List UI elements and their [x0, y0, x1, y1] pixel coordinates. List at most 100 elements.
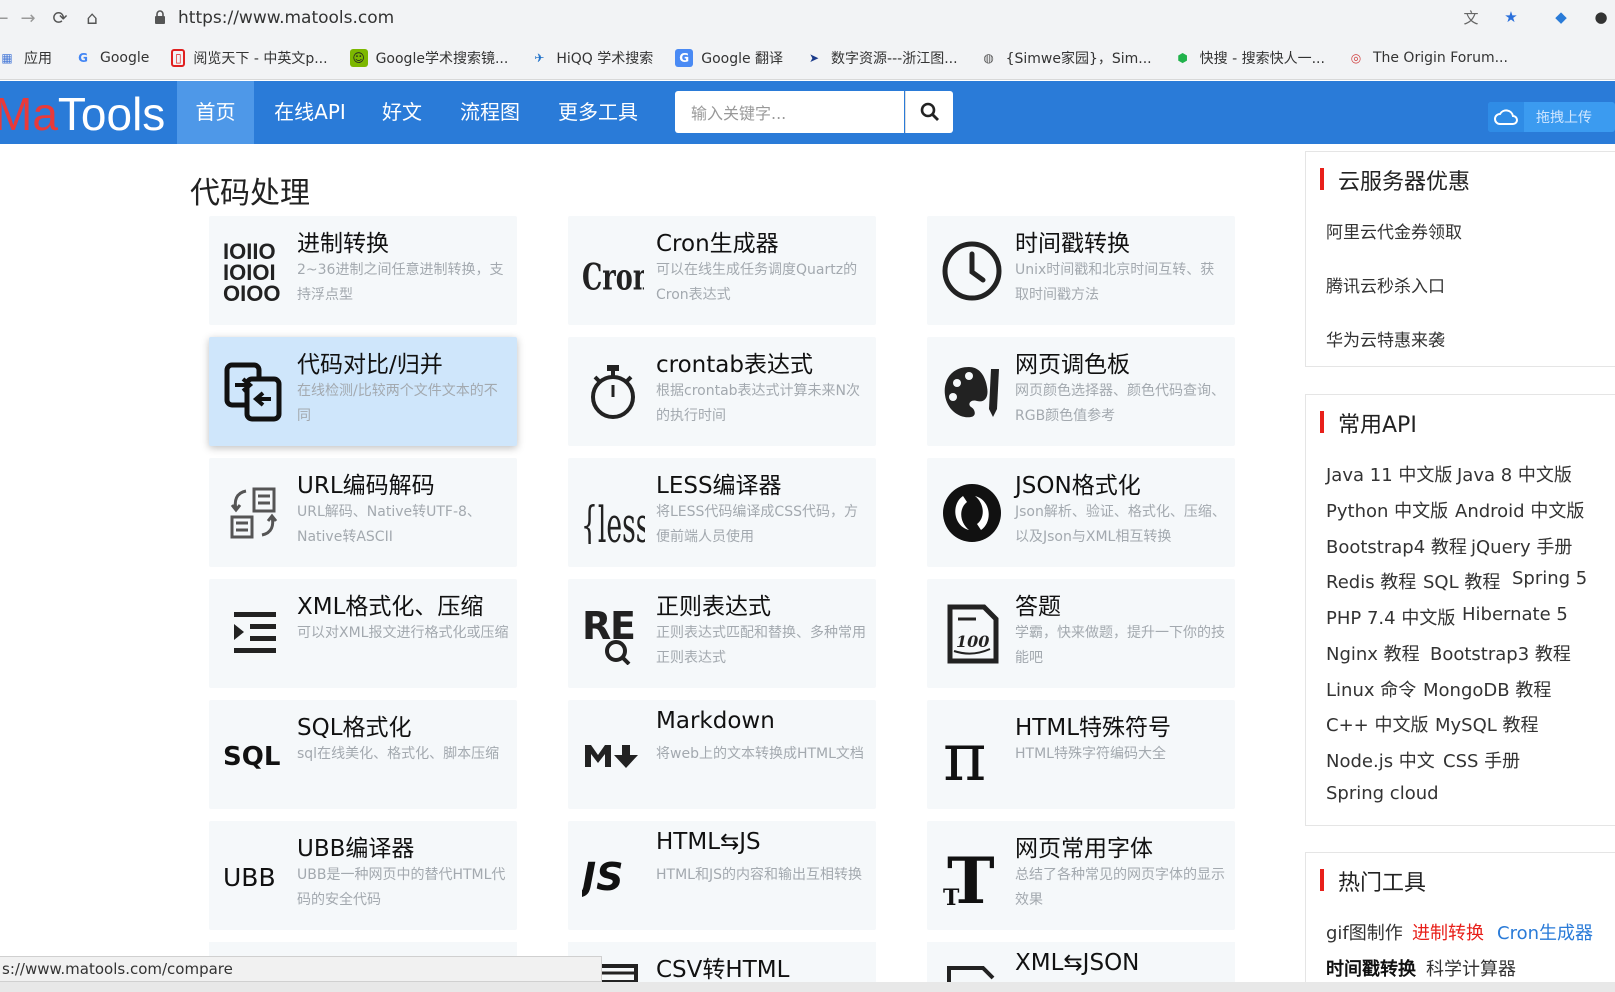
- bookmark-kuaisou[interactable]: ⬢ 快搜 - 搜索快人一...: [1174, 48, 1325, 68]
- tool-card-markdown[interactable]: Markdown 将web上的文本转换成HTML文档: [568, 700, 876, 809]
- api-link[interactable]: Bootstrap4 教程: [1326, 533, 1467, 559]
- api-link[interactable]: Linux 命令: [1326, 676, 1416, 702]
- api-link[interactable]: Redis 教程: [1326, 568, 1416, 594]
- api-link[interactable]: Java 11 中文版: [1326, 461, 1452, 487]
- table-icon: [598, 964, 638, 982]
- svg-text:JS: JS: [582, 855, 624, 898]
- translate-page-icon[interactable]: 文: [1460, 6, 1482, 28]
- nav-flowchart[interactable]: 流程图: [450, 81, 530, 144]
- api-link[interactable]: C++ 中文版: [1326, 711, 1428, 737]
- sidebar-cloud-link[interactable]: 腾讯云秒杀入口: [1326, 272, 1445, 297]
- hot-tool-link[interactable]: 时间戳转换: [1326, 955, 1416, 981]
- tool-card-timestamp[interactable]: 时间戳转换 Unix时间戳和北京时间互转、获取时间戳方法: [927, 216, 1235, 325]
- tool-card-cron[interactable]: Cron Cron生成器 可以在线生成任务调度Quartz的Cron表达式: [568, 216, 876, 325]
- profile-icon[interactable]: ●: [1590, 6, 1612, 28]
- tool-card-json[interactable]: JSON格式化 Json解析、验证、格式化、压缩、以及Json与XML相互转换: [927, 458, 1235, 567]
- document-icon: [947, 966, 995, 982]
- api-link[interactable]: Spring cloud: [1326, 783, 1439, 804]
- extension-icon[interactable]: ◆: [1550, 6, 1572, 28]
- api-link[interactable]: Hibernate 5: [1462, 604, 1568, 625]
- api-link[interactable]: MySQL 教程: [1435, 711, 1539, 737]
- bookmark-translate[interactable]: G Google 翻译: [675, 48, 783, 68]
- hot-tool-link[interactable]: 进制转换: [1412, 919, 1484, 945]
- lock-icon: [155, 10, 165, 24]
- home-icon[interactable]: ⌂: [76, 2, 108, 34]
- api-link[interactable]: Java 8 中文版: [1457, 461, 1572, 487]
- api-link[interactable]: CSS 手册: [1443, 747, 1520, 773]
- svg-text:{less}: {less}: [581, 497, 645, 544]
- tool-card-xmljson[interactable]: XML⇆JSON: [927, 942, 1235, 982]
- api-link[interactable]: Nginx 教程: [1326, 640, 1420, 666]
- api-link[interactable]: Python 中文版: [1326, 497, 1448, 523]
- hot-tool-link[interactable]: Cron生成器: [1497, 919, 1593, 945]
- sidebar-hot-title: 热门工具: [1320, 865, 1426, 897]
- svg-text:OIOO: OIOO: [223, 281, 280, 303]
- tool-card-htmljs[interactable]: JS HTML⇆JS HTML和JS的内容和输出互相转换: [568, 821, 876, 930]
- nav-articles[interactable]: 好文: [372, 81, 432, 144]
- tool-card-sql[interactable]: SQL SQL格式化 sql在线美化、格式化、脚本压缩: [209, 700, 517, 809]
- search-button[interactable]: [905, 91, 953, 133]
- bookmark-star-icon[interactable]: ★: [1500, 6, 1522, 28]
- site-logo[interactable]: MaTools: [0, 87, 165, 141]
- api-link[interactable]: PHP 7.4 中文版: [1326, 604, 1455, 630]
- tool-card-less[interactable]: {less} LESS编译器 将LESS代码编译成CSS代码，方便前端人员使用: [568, 458, 876, 567]
- search-input[interactable]: 输入关键字...: [675, 91, 904, 133]
- bookmark-scholar[interactable]: ☺ Google学术搜索镜...: [349, 48, 508, 68]
- url-bar[interactable]: https://www.matools.com: [140, 3, 1540, 32]
- api-link[interactable]: jQuery 手册: [1471, 533, 1572, 559]
- card-desc: 网页颜色选择器、颜色代码查询、RGB颜色值参考: [1015, 383, 1225, 424]
- svg-text:T: T: [943, 885, 960, 907]
- card-desc: 2~36进制之间任意进制转换，支持浮点型: [297, 262, 504, 303]
- card-title: LESS编译器: [656, 473, 782, 499]
- sidebar-cloud-link[interactable]: 阿里云代金券领取: [1326, 218, 1462, 243]
- tool-card-regex[interactable]: RE 正则表达式 正则表达式匹配和替换、多种常用正则表达式: [568, 579, 876, 688]
- bookmark-library[interactable]: ➤ 数字资源---浙江图...: [805, 48, 958, 68]
- tool-card-radix[interactable]: IOIIO IOIOI OIOO 进制转换 2~36进制之间任意进制转换，支持浮点型: [209, 216, 517, 325]
- tool-card-palette[interactable]: 网页调色板 网页颜色选择器、颜色代码查询、RGB颜色值参考: [927, 337, 1235, 446]
- nav-home[interactable]: 首页: [177, 81, 254, 144]
- back-arrow-icon[interactable]: ←: [0, 2, 9, 34]
- taskbar-strip: [0, 982, 1615, 992]
- api-link[interactable]: SQL 教程: [1423, 568, 1500, 594]
- markdown-icon: [580, 720, 646, 790]
- sidebar-cloud-link[interactable]: 华为云特惠来袭: [1326, 326, 1445, 351]
- tool-card-compare[interactable]: 代码对比/归并 在线检测/比较两个文件文本的不同: [209, 337, 517, 446]
- card-desc: HTML特殊字符编码大全: [1015, 746, 1166, 762]
- forward-arrow-icon[interactable]: →: [12, 2, 44, 34]
- hot-tool-link[interactable]: gif图制作: [1326, 919, 1403, 945]
- apps-grid-icon: ▦: [1, 51, 13, 65]
- api-link[interactable]: Node.js 中文: [1326, 747, 1435, 773]
- api-link[interactable]: Spring 5: [1512, 568, 1587, 589]
- url-text: https://www.matools.com: [178, 7, 395, 28]
- hot-tool-link[interactable]: 科学计算器: [1426, 955, 1516, 981]
- tool-card-partial-left[interactable]: [209, 942, 517, 956]
- upload-button[interactable]: 拖拽上传: [1488, 102, 1615, 132]
- section-title: 代码处理: [190, 176, 310, 211]
- bookmark-apps[interactable]: ▦ 应用: [0, 48, 52, 68]
- sql-icon: SQL: [221, 720, 287, 790]
- tool-card-quiz[interactable]: 100 答题 学霸，快来做题，提升一下你的技能吧: [927, 579, 1235, 688]
- bookmark-origin[interactable]: ◎ The Origin Forum...: [1347, 49, 1508, 67]
- bookmark-simwe[interactable]: ◍ {Simwe家园}，Sim...: [980, 48, 1151, 68]
- card-title: 进制转换: [297, 231, 389, 257]
- tool-card-fonts[interactable]: TT 网页常用字体 总结了各种常见的网页字体的显示效果: [927, 821, 1235, 930]
- tool-card-csv[interactable]: CSV转HTML: [568, 942, 876, 983]
- json-icon: [939, 478, 1005, 548]
- api-link[interactable]: MongoDB 教程: [1423, 676, 1551, 702]
- nav-more-tools[interactable]: 更多工具: [548, 81, 648, 144]
- tool-card-htmlsymbols[interactable]: π HTML特殊符号 HTML特殊字符编码大全: [927, 700, 1235, 809]
- bookmark-google[interactable]: G Google: [74, 49, 149, 67]
- bookmark-yuelan[interactable]: ▯ 阅览天下 - 中英文p...: [171, 48, 328, 68]
- api-link[interactable]: Android 中文版: [1455, 497, 1584, 523]
- bookmark-hiqq[interactable]: ✈ HiQQ 学术搜索: [530, 48, 653, 68]
- reload-icon[interactable]: ⟳: [44, 2, 76, 34]
- tool-card-xml[interactable]: XML格式化、压缩 可以对XML报文进行格式化或压缩: [209, 579, 517, 688]
- tool-card-ubb[interactable]: UBB UBB编译器 UBB是一种网页中的替代HTML代码的安全代码: [209, 821, 517, 930]
- nav-online-api[interactable]: 在线API: [265, 81, 355, 144]
- api-link[interactable]: Bootstrap3 教程: [1430, 640, 1571, 666]
- sidebar-cloud-title: 云服务器优惠: [1320, 164, 1470, 196]
- tool-card-urlcode[interactable]: URL编码解码 URL解码、Native转UTF-8、Native转ASCII: [209, 458, 517, 567]
- stopwatch-icon: [580, 357, 646, 427]
- clock-icon: [939, 236, 1005, 306]
- tool-card-crontab[interactable]: crontab表达式 根据crontab表达式计算未来N次的执行时间: [568, 337, 876, 446]
